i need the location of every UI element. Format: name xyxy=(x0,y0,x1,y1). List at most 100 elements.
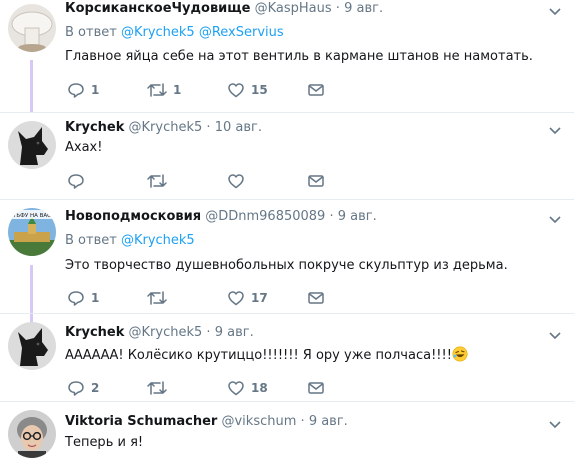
mention-link[interactable]: @RexServius xyxy=(199,25,284,40)
tweet-item[interactable]: Viktoria Schumacher @vikschum · 9 авг. Т… xyxy=(0,402,574,468)
author-handle[interactable]: @KaspHaus xyxy=(255,1,332,16)
black-dog-avatar-icon xyxy=(8,121,56,169)
reply-button[interactable]: 1 xyxy=(67,288,99,308)
like-button[interactable]: 15 xyxy=(227,80,268,100)
heart-icon xyxy=(228,174,244,189)
mention-link[interactable]: @Krychek5 xyxy=(121,25,195,40)
timestamp[interactable]: 10 авг. xyxy=(215,120,262,135)
message-button[interactable] xyxy=(307,288,325,308)
retweet-button[interactable]: 1 xyxy=(147,80,181,100)
chevron-down-icon[interactable] xyxy=(548,123,562,137)
author-handle[interactable]: @DDnm96850089 xyxy=(205,209,325,224)
separator-dot: · xyxy=(206,325,211,340)
avatar[interactable]: ТЬФУ НА ВАС xyxy=(8,208,56,256)
avatar[interactable] xyxy=(8,410,56,458)
avatar[interactable] xyxy=(8,322,56,370)
reply-count: 1 xyxy=(91,83,100,97)
chevron-down-icon[interactable] xyxy=(548,212,562,226)
reply-context: В ответ @Krychek5 xyxy=(65,232,195,250)
chevron-down-icon[interactable] xyxy=(548,417,562,431)
like-count: 15 xyxy=(251,83,268,97)
like-button[interactable]: 17 xyxy=(227,288,268,308)
heart-icon xyxy=(228,381,244,396)
tweet-text: АААААА! Колёсико крутиццо!!!!!!! Я ору у… xyxy=(65,346,468,365)
tweet-text-content: АААААА! Колёсико крутиццо!!!!!!! Я ору у… xyxy=(65,348,452,363)
tweet-actions: 1 17 xyxy=(65,288,365,308)
author-handle[interactable]: @Krychek5 xyxy=(129,325,203,340)
kremlin-avatar-icon: ТЬФУ НА ВАС xyxy=(8,208,56,256)
like-button[interactable]: 18 xyxy=(227,378,268,398)
retweet-count: 1 xyxy=(173,83,182,97)
rofl-emoji-icon xyxy=(452,346,468,362)
timestamp[interactable]: 9 авг. xyxy=(344,1,383,16)
tweet-actions xyxy=(65,171,365,191)
chevron-down-icon[interactable] xyxy=(548,4,562,18)
reply-button[interactable]: 1 xyxy=(67,80,99,100)
retweet-button[interactable] xyxy=(147,171,173,191)
reply-icon xyxy=(68,291,84,306)
envelope-icon xyxy=(308,292,324,304)
retweet-button[interactable] xyxy=(147,378,173,398)
tweet-actions: 1 1 15 xyxy=(65,80,365,100)
reply-icon xyxy=(68,381,84,396)
author-name[interactable]: Krychek xyxy=(65,120,124,135)
author-name[interactable]: Viktoria Schumacher xyxy=(65,414,217,429)
author-handle[interactable]: @vikschum xyxy=(221,414,296,429)
author-handle[interactable]: @Krychek5 xyxy=(129,120,203,135)
tweet-timeline: КорсиканскоеЧудовище @KaspHaus · 9 авг. … xyxy=(0,0,574,468)
avatar[interactable] xyxy=(8,4,56,52)
reply-prefix: В ответ xyxy=(65,25,117,40)
avatar-caption: ТЬФУ НА ВАС xyxy=(12,213,51,219)
mushroom-avatar-icon xyxy=(8,4,56,52)
tweet-item[interactable]: ТЬФУ НА ВАС Новоподмосковия @DDnm9685008… xyxy=(0,200,574,313)
reply-prefix: В ответ xyxy=(65,233,117,248)
tweet-text: Ахах! xyxy=(65,140,103,155)
tweet-header: Новоподмосковия @DDnm96850089 · 9 авг. xyxy=(65,208,377,226)
reply-icon xyxy=(68,83,84,98)
separator-dot: · xyxy=(206,120,211,135)
reply-button[interactable]: 2 xyxy=(67,378,99,398)
envelope-icon xyxy=(308,175,324,187)
tweet-header: КорсиканскоеЧудовище @KaspHaus · 9 авг. xyxy=(65,0,383,18)
heart-icon xyxy=(228,291,244,306)
tweet-header: Krychek @Krychek5 · 9 авг. xyxy=(65,324,254,342)
reply-button[interactable] xyxy=(67,171,91,191)
timestamp[interactable]: 9 авг. xyxy=(338,209,377,224)
timestamp[interactable]: 9 авг. xyxy=(309,414,348,429)
separator-dot: · xyxy=(335,1,340,16)
avatar[interactable] xyxy=(8,121,56,169)
like-count: 17 xyxy=(251,291,268,305)
author-name[interactable]: Новоподмосковия xyxy=(65,209,201,224)
tweet-item[interactable]: КорсиканскоеЧудовище @KaspHaus · 9 авг. … xyxy=(0,0,574,112)
retweet-icon xyxy=(147,83,167,97)
like-count: 18 xyxy=(251,381,268,395)
message-button[interactable] xyxy=(307,171,325,191)
tweet-item[interactable]: Krychek @Krychek5 · 9 авг. АААААА! Колёс… xyxy=(0,314,574,401)
tweet-text: Теперь и я! xyxy=(65,435,144,450)
woman-glasses-avatar-icon xyxy=(8,410,56,458)
like-button[interactable] xyxy=(227,171,251,191)
tweet-text: Это творчество душевнобольных покруче ск… xyxy=(65,258,508,273)
separator-dot: · xyxy=(300,414,305,429)
tweet-item[interactable]: Krychek @Krychek5 · 10 авг. Ахах! xyxy=(0,113,574,199)
tweet-text: Главное яйца себе на этот вентиль в карм… xyxy=(65,49,533,64)
tweet-header: Krychek @Krychek5 · 10 авг. xyxy=(65,119,262,137)
author-name[interactable]: КорсиканскоеЧудовище xyxy=(65,1,250,16)
message-button[interactable] xyxy=(307,378,325,398)
mention-link[interactable]: @Krychek5 xyxy=(121,233,195,248)
reply-context: В ответ @Krychek5 @RexServius xyxy=(65,24,284,42)
author-name[interactable]: Krychek xyxy=(65,325,124,340)
timestamp[interactable]: 9 авг. xyxy=(215,325,254,340)
tweet-actions: 2 18 xyxy=(65,378,365,398)
separator-dot: · xyxy=(329,209,334,224)
envelope-icon xyxy=(308,84,324,96)
tweet-header: Viktoria Schumacher @vikschum · 9 авг. xyxy=(65,413,348,431)
retweet-button[interactable] xyxy=(147,288,173,308)
black-dog-avatar-icon xyxy=(8,322,56,370)
message-button[interactable] xyxy=(307,80,325,100)
retweet-icon xyxy=(147,381,167,395)
reply-count: 1 xyxy=(91,291,100,305)
reply-icon xyxy=(68,174,84,189)
retweet-icon xyxy=(147,291,167,305)
chevron-down-icon[interactable] xyxy=(548,328,562,342)
